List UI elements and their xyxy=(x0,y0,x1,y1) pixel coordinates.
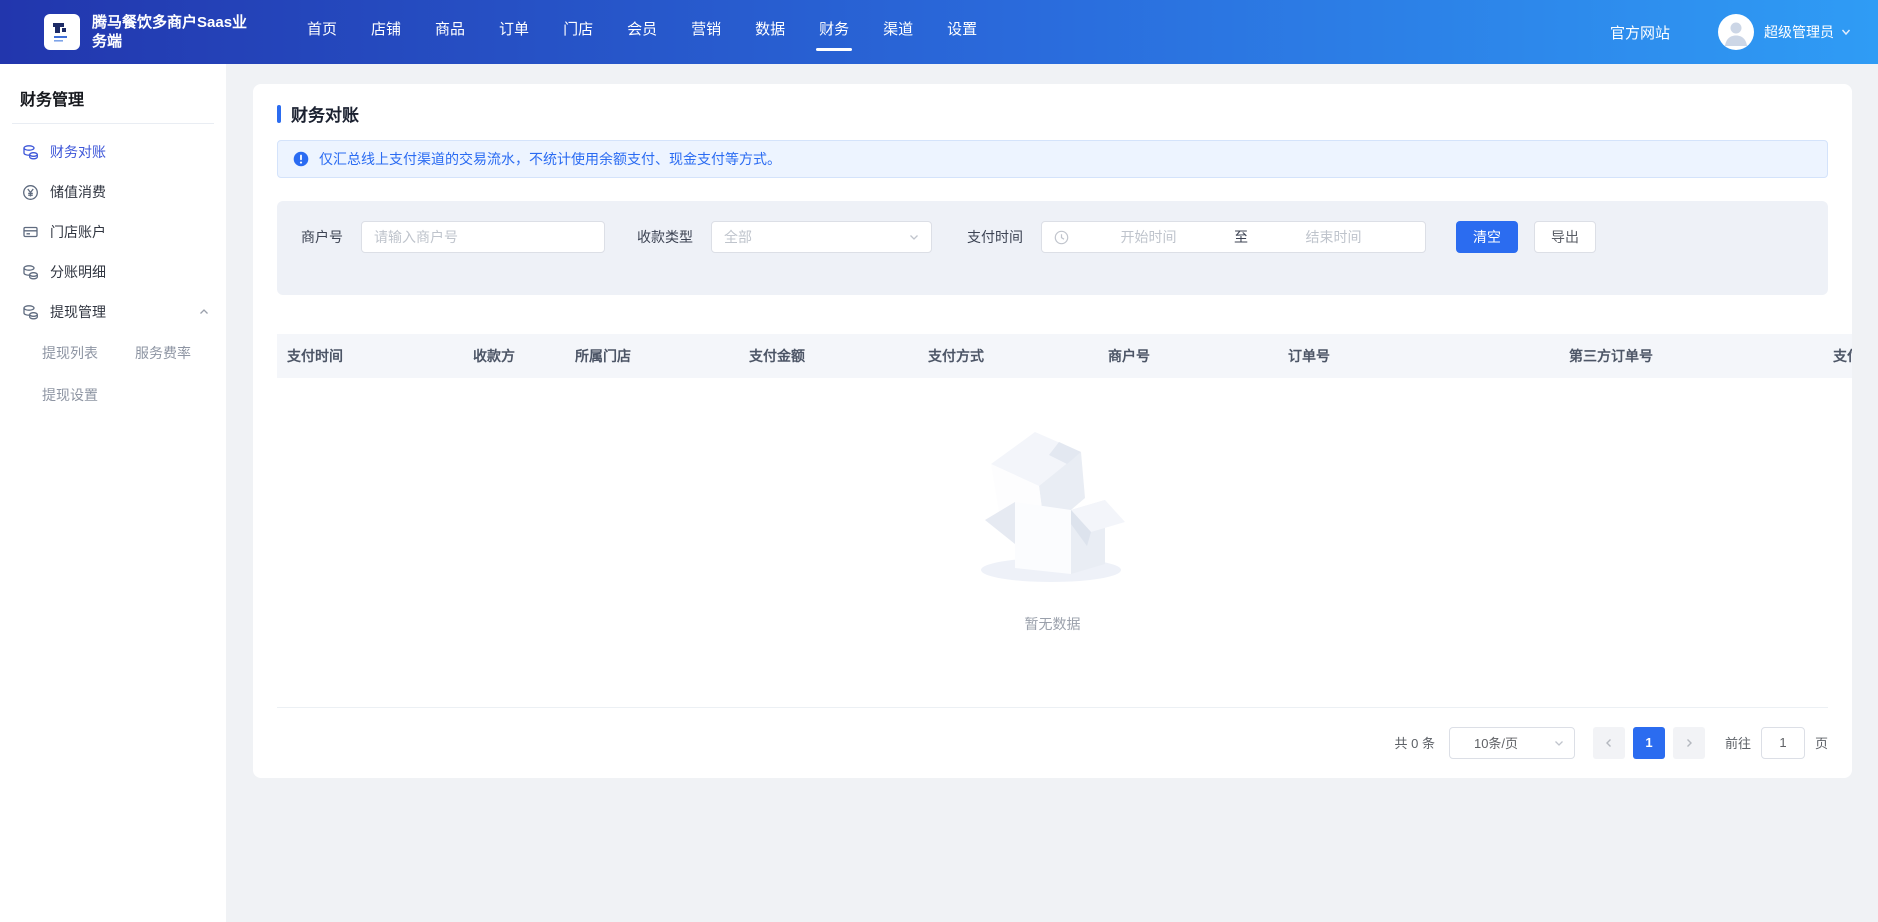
page-unit-label: 页 xyxy=(1815,733,1828,752)
pagination: 共 0 条 10条/页 1 前往 页 xyxy=(277,708,1828,777)
app-brand: 腾马餐饮多商户Saas业务端 xyxy=(44,13,250,51)
sidebar-item-label: 财务对账 xyxy=(50,142,106,162)
page-title: 财务对账 xyxy=(291,101,359,126)
sidebar-item-store-account[interactable]: 门店账户 xyxy=(0,212,226,252)
chevron-down-icon xyxy=(907,230,921,244)
column-header-payee: 收款方 xyxy=(463,346,565,366)
ledger-icon xyxy=(22,304,39,321)
sidebar-subitem-service-fee-rate[interactable]: 服务费率 xyxy=(135,332,226,374)
payment-type-value: 全部 xyxy=(724,227,907,247)
chevron-up-icon xyxy=(198,306,210,318)
navbar-right: 官方网站 超级管理员 xyxy=(1610,14,1852,50)
total-count: 共 0 条 xyxy=(1395,733,1435,752)
user-menu[interactable]: 超级管理员 xyxy=(1718,14,1852,50)
column-header-order-id: 订单号 xyxy=(1278,346,1559,366)
filter-row: 商户号 收款类型 全部 支付时间 开始时间 至 结束时间 清空 导出 xyxy=(301,221,1596,253)
empty-box-illustration xyxy=(963,420,1143,588)
column-header-third-party-order-id: 第三方订单号 xyxy=(1559,346,1823,366)
nav-item-stores[interactable]: 门店 xyxy=(546,0,610,64)
export-button[interactable]: 导出 xyxy=(1534,221,1596,253)
column-header-amount: 支付金额 xyxy=(739,346,918,366)
alert-text: 仅汇总线上支付渠道的交易流水，不统计使用余额支付、现金支付等方式。 xyxy=(319,149,781,169)
next-page-button[interactable] xyxy=(1673,727,1705,759)
withdraw-sub-row-2: 提现设置 xyxy=(0,374,226,416)
filter-panel: 商户号 收款类型 全部 支付时间 开始时间 至 结束时间 清空 导出 xyxy=(277,201,1828,295)
user-name: 超级管理员 xyxy=(1764,22,1834,42)
merchant-id-label: 商户号 xyxy=(301,227,343,247)
goto-label: 前往 xyxy=(1725,733,1751,752)
sidebar-subitem-withdraw-settings[interactable]: 提现设置 xyxy=(42,374,134,416)
payment-time-range-picker[interactable]: 开始时间 至 结束时间 xyxy=(1041,221,1426,253)
chevron-right-icon xyxy=(1683,737,1695,749)
column-header-merchant-id: 商户号 xyxy=(1098,346,1278,366)
user-avatar xyxy=(1718,14,1754,50)
official-site-link[interactable]: 官方网站 xyxy=(1610,22,1670,43)
person-icon xyxy=(1718,14,1754,50)
nav-item-channels[interactable]: 渠道 xyxy=(866,0,930,64)
nav-item-finance[interactable]: 财务 xyxy=(802,0,866,64)
sidebar-item-label: 门店账户 xyxy=(50,222,106,242)
page-size-select[interactable]: 10条/页 xyxy=(1449,727,1575,759)
clock-icon xyxy=(1054,230,1069,245)
app-logo-icon xyxy=(44,14,80,50)
table-header-row: 支付时间 收款方 所属门店 支付金额 支付方式 商户号 订单号 第三方订单号 支… xyxy=(277,334,1852,378)
ledger-icon xyxy=(22,144,39,161)
column-header-pay-method: 支付方式 xyxy=(918,346,1098,366)
nav-item-members[interactable]: 会员 xyxy=(610,0,674,64)
sidebar-item-stored-value[interactable]: 储值消费 xyxy=(0,172,226,212)
info-icon xyxy=(293,151,309,167)
sidebar-subitem-withdraw-list[interactable]: 提现列表 xyxy=(42,332,133,374)
chevron-down-icon xyxy=(1840,26,1852,38)
sidebar-title: 财务管理 xyxy=(0,64,226,110)
nav-item-shop[interactable]: 店铺 xyxy=(354,0,418,64)
sidebar-menu: 财务对账 储值消费 门店账户 xyxy=(0,124,226,416)
logo-glyph xyxy=(49,19,75,45)
column-header-pay-time: 支付时间 xyxy=(277,346,463,366)
nav-item-goods[interactable]: 商品 xyxy=(418,0,482,64)
sidebar-item-label: 提现管理 xyxy=(50,302,106,322)
goto-page-input[interactable] xyxy=(1761,727,1805,759)
payment-time-label: 支付时间 xyxy=(967,227,1023,247)
withdraw-sub-row-1: 提现列表 服务费率 xyxy=(0,332,226,374)
content-card: 财务对账 仅汇总线上支付渠道的交易流水，不统计使用余额支付、现金支付等方式。 商… xyxy=(253,84,1852,778)
nav-item-home[interactable]: 首页 xyxy=(290,0,354,64)
prev-page-button[interactable] xyxy=(1593,727,1625,759)
sidebar-item-label: 分账明细 xyxy=(50,262,106,282)
info-alert: 仅汇总线上支付渠道的交易流水，不统计使用余额支付、现金支付等方式。 xyxy=(277,140,1828,178)
account-card-icon xyxy=(22,224,39,241)
top-navbar: 腾马餐饮多商户Saas业务端 首页 店铺 商品 订单 门店 会员 营销 数据 财… xyxy=(0,0,1878,64)
page-title-row: 财务对账 xyxy=(277,84,1828,126)
main-nav: 首页 店铺 商品 订单 门店 会员 营销 数据 财务 渠道 设置 xyxy=(290,0,994,64)
empty-text: 暂无数据 xyxy=(1025,614,1081,634)
app-title: 腾马餐饮多商户Saas业务端 xyxy=(92,13,250,51)
empty-state: 暂无数据 xyxy=(277,378,1828,707)
sidebar: 财务管理 财务对账 储值消费 xyxy=(0,64,226,922)
sidebar-item-reconciliation[interactable]: 财务对账 xyxy=(0,132,226,172)
sidebar-item-split-detail[interactable]: 分账明细 xyxy=(0,252,226,292)
current-page-button[interactable]: 1 xyxy=(1633,727,1665,759)
nav-item-orders[interactable]: 订单 xyxy=(482,0,546,64)
column-header-store: 所属门店 xyxy=(565,346,739,366)
column-header-pay-status: 支付状态 xyxy=(1823,346,1852,366)
chevron-down-icon xyxy=(1552,736,1566,750)
payment-type-select[interactable]: 全部 xyxy=(711,221,932,253)
clear-button[interactable]: 清空 xyxy=(1456,221,1518,253)
range-separator: 至 xyxy=(1228,227,1254,247)
nav-item-marketing[interactable]: 营销 xyxy=(674,0,738,64)
nav-item-data[interactable]: 数据 xyxy=(738,0,802,64)
page-size-value: 10条/页 xyxy=(1474,733,1552,752)
chevron-left-icon xyxy=(1603,737,1615,749)
sidebar-item-withdraw-management[interactable]: 提现管理 xyxy=(0,292,226,332)
yen-circle-icon xyxy=(22,184,39,201)
ledger-icon xyxy=(22,264,39,281)
nav-item-settings[interactable]: 设置 xyxy=(930,0,994,64)
payment-type-label: 收款类型 xyxy=(637,227,693,247)
title-accent-bar xyxy=(277,105,281,123)
start-time-placeholder: 开始时间 xyxy=(1069,227,1228,247)
end-time-placeholder: 结束时间 xyxy=(1254,227,1413,247)
sidebar-item-label: 储值消费 xyxy=(50,182,106,202)
merchant-id-input[interactable] xyxy=(361,221,605,253)
